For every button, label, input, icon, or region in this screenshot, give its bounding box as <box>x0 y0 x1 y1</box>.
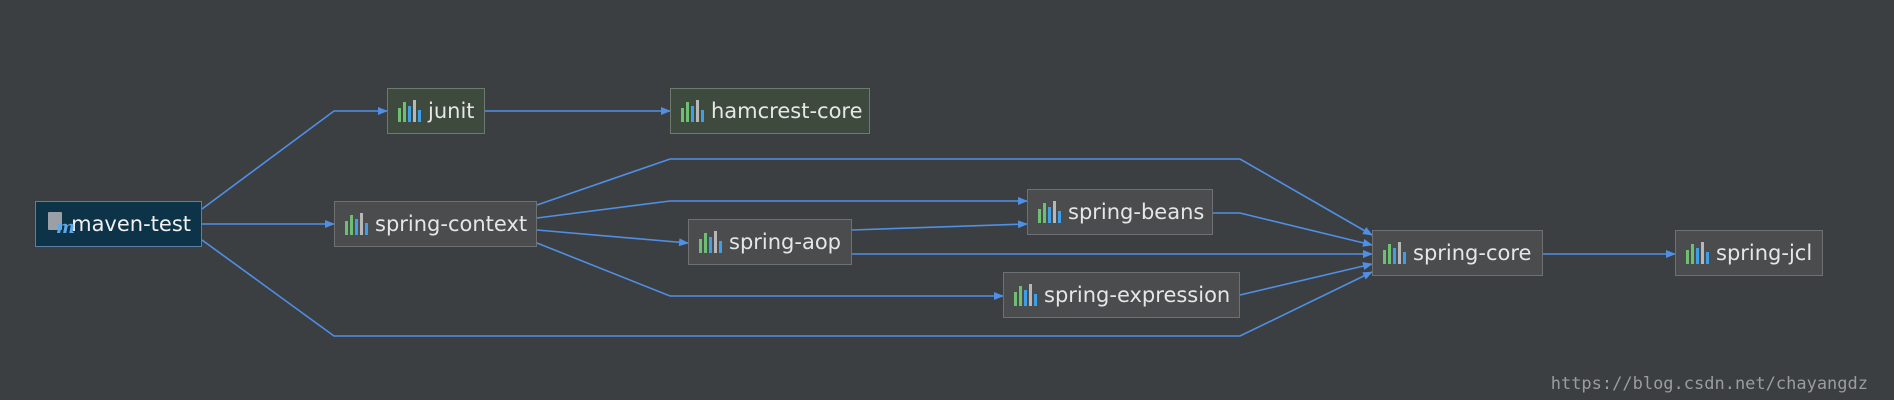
node-maven-test[interactable]: m maven-test <box>35 201 202 247</box>
node-spring-context[interactable]: spring-context <box>334 201 537 247</box>
watermark: https://blog.csdn.net/chayangdz <box>1550 374 1868 394</box>
node-spring-core[interactable]: spring-core <box>1372 230 1543 276</box>
edge-spring-beans-to-spring-core <box>1213 212 1373 247</box>
node-label: spring-core <box>1413 241 1532 265</box>
node-label: maven-test <box>71 212 191 236</box>
library-icon <box>681 100 704 122</box>
edge-spring-context-to-spring-beans <box>536 197 1028 219</box>
library-icon <box>1383 242 1406 264</box>
dependency-diagram: m maven-test junit hamcrest-core spring-… <box>0 0 1894 400</box>
node-spring-beans[interactable]: spring-beans <box>1027 189 1213 235</box>
library-icon <box>345 213 368 235</box>
edge-spring-context-to-spring-core <box>536 158 1373 236</box>
edge-maven-test-to-junit <box>201 107 388 210</box>
maven-module-icon: m <box>46 210 75 238</box>
library-icon <box>398 100 421 122</box>
node-hamcrest-core[interactable]: hamcrest-core <box>670 88 870 134</box>
node-spring-jcl[interactable]: spring-jcl <box>1675 230 1823 276</box>
node-label: hamcrest-core <box>711 99 863 123</box>
library-icon <box>1014 284 1037 306</box>
edge-spring-expression-to-spring-core <box>1239 262 1373 296</box>
library-icon <box>1038 201 1061 223</box>
node-spring-aop[interactable]: spring-aop <box>688 219 852 265</box>
node-label: spring-jcl <box>1716 241 1813 265</box>
node-junit[interactable]: junit <box>387 88 485 134</box>
dependency-edges <box>201 107 1676 337</box>
edge-spring-aop-to-spring-beans <box>851 220 1028 231</box>
node-label: spring-aop <box>729 230 842 254</box>
node-label: junit <box>428 99 475 123</box>
node-label: spring-expression <box>1044 283 1231 307</box>
library-icon <box>1686 242 1709 264</box>
edge-spring-context-to-spring-aop <box>536 229 689 247</box>
node-spring-expression[interactable]: spring-expression <box>1003 272 1240 318</box>
library-icon <box>699 231 722 253</box>
node-label: spring-beans <box>1068 200 1205 224</box>
node-label: spring-context <box>375 212 528 236</box>
